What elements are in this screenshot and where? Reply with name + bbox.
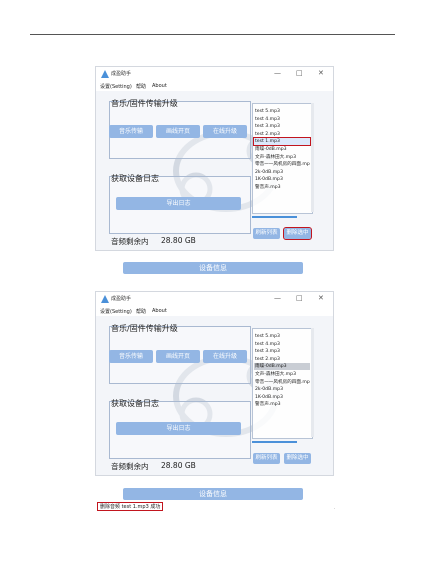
upgrade-group-title: 音乐/固件传输升级 — [111, 324, 178, 333]
maximize-button[interactable]: □ — [296, 69, 303, 78]
file-list-item[interactable]: 1K-0dB.mp3 — [254, 176, 310, 183]
file-list-item[interactable]: test 3.mp3 — [254, 348, 310, 355]
file-list-item[interactable]: test 2.mp3 — [254, 131, 310, 138]
menu-help[interactable]: 帮助 — [136, 308, 146, 315]
draw-page-button[interactable]: 画线开页 — [156, 125, 200, 138]
file-list-item[interactable]: test 3.mp3 — [254, 123, 310, 130]
file-list-item[interactable]: test 5.mp3 — [254, 333, 310, 340]
file-list-item[interactable]: 1K-0dB.mp3 — [254, 394, 310, 401]
file-list-item[interactable]: 2k-0dB.mp3 — [254, 386, 310, 393]
delete-selected-button[interactable]: 删除选中 — [284, 453, 311, 464]
refresh-list-button[interactable]: 刷新列表 — [253, 453, 280, 464]
file-list-item[interactable]: test 1.mp3 — [253, 137, 311, 147]
file-list-item[interactable]: 2k-0dB.mp3 — [254, 169, 310, 176]
refresh-list-button[interactable]: 刷新列表 — [253, 228, 280, 239]
file-list-item[interactable]: test 2.mp3 — [254, 356, 310, 363]
file-list-hscroll[interactable] — [252, 441, 297, 443]
storage-label: 音频剩余内 — [111, 237, 149, 246]
page-header-rule — [30, 34, 395, 35]
menu-bar: 设置(Setting) 帮助 About — [96, 306, 333, 316]
status-message: 删除音频 test 1.mp3 成功 — [97, 502, 164, 511]
maximize-button[interactable]: □ — [296, 294, 303, 303]
menu-about[interactable]: About — [152, 308, 167, 314]
menu-setting[interactable]: 设置(Setting) — [100, 308, 132, 315]
file-list-hscroll[interactable] — [252, 216, 297, 218]
export-log-button[interactable]: 导出日志 — [116, 422, 241, 435]
storage-value: 28.80 GB — [161, 461, 196, 470]
storage-label: 音频剩余内 — [111, 462, 149, 471]
draw-page-button[interactable]: 画线开页 — [156, 350, 200, 363]
device-info-button-before[interactable]: 设备信息 — [123, 262, 303, 274]
page-marker: · — [334, 506, 336, 511]
minimize-button[interactable]: — — [274, 69, 281, 78]
music-transfer-button[interactable]: 音乐传输 — [109, 350, 153, 363]
file-list-scrollbar[interactable] — [311, 328, 314, 437]
title-bar: 成盈助手 — □ ✕ — [96, 292, 333, 306]
menu-bar: 设置(Setting) 帮助 About — [96, 81, 333, 91]
file-list[interactable]: test 5.mp3 test 4.mp3 test 3.mp3 test 2.mp3… — [252, 103, 313, 214]
storage-value: 28.80 GB — [161, 236, 196, 245]
music-transfer-button[interactable]: 音乐传输 — [109, 125, 153, 138]
file-list-scrollbar[interactable] — [311, 103, 314, 212]
device-info-button-after[interactable]: 设备信息 — [123, 488, 303, 500]
close-button[interactable]: ✕ — [318, 294, 324, 303]
app-icon — [101, 70, 109, 78]
app-window-before: 成盈助手 — □ ✕ 设置(Setting) 帮助 About 音乐/固件传输升… — [95, 66, 334, 251]
log-group-title: 获取设备日志 — [111, 174, 159, 183]
app-icon — [101, 295, 109, 303]
menu-help[interactable]: 帮助 — [136, 83, 146, 90]
main-content: 音乐/固件传输升级 音乐传输 画线开页 在线升级 获取设备日志 导出日志 音频剩… — [96, 91, 333, 250]
file-list-item[interactable]: test 5.mp3 — [254, 108, 310, 115]
online-upgrade-button[interactable]: 在线升级 — [203, 125, 247, 138]
delete-selected-button[interactable]: 删除选中 — [283, 227, 312, 240]
upgrade-group-title: 音乐/固件传输升级 — [111, 99, 178, 108]
file-list-item[interactable]: 文声-森林田大.mp3 — [254, 371, 310, 378]
main-content: 音乐/固件传输升级 音乐传输 画线开页 在线升级 获取设备日志 导出日志 音频剩… — [96, 316, 333, 475]
file-list-item[interactable]: 零音一一风机房的四面.mp3 — [254, 379, 310, 386]
file-list-item[interactable]: test 4.mp3 — [254, 116, 310, 123]
file-list[interactable]: test 5.mp3 test 4.mp3 test 3.mp3 test 2.mp3… — [252, 328, 313, 439]
file-list-item[interactable]: 雨噪-0dB.mp3 — [254, 363, 310, 371]
file-list-item[interactable]: 警音声.mp3 — [254, 184, 310, 191]
file-list-item[interactable]: 雨噪-0dB.mp3 — [254, 146, 310, 153]
file-list-item[interactable]: 警音声.mp3 — [254, 401, 310, 408]
window-title: 成盈助手 — [111, 296, 132, 302]
close-button[interactable]: ✕ — [318, 69, 324, 78]
window-title: 成盈助手 — [111, 71, 132, 77]
file-list-item[interactable]: 文声-森林田大.mp3 — [254, 154, 310, 161]
app-window-after: 成盈助手 — □ ✕ 设置(Setting) 帮助 About 音乐/固件传输升… — [95, 291, 334, 476]
menu-setting[interactable]: 设置(Setting) — [100, 83, 132, 90]
log-group-title: 获取设备日志 — [111, 399, 159, 408]
minimize-button[interactable]: — — [274, 294, 281, 303]
online-upgrade-button[interactable]: 在线升级 — [203, 350, 247, 363]
file-list-item[interactable]: 零音一一风机房的四面.mp3 — [254, 161, 310, 168]
title-bar: 成盈助手 — □ ✕ — [96, 67, 333, 81]
menu-about[interactable]: About — [152, 83, 167, 89]
export-log-button[interactable]: 导出日志 — [116, 197, 241, 210]
file-list-item[interactable]: test 4.mp3 — [254, 341, 310, 348]
